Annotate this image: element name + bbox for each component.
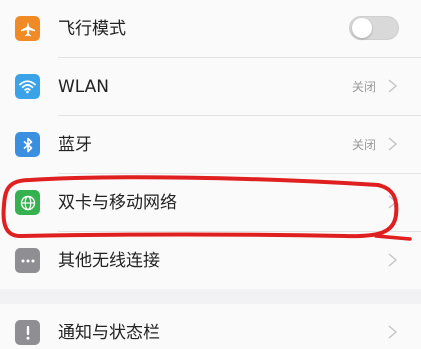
airplane-mode-toggle[interactable] [349, 16, 399, 40]
row-other-wireless[interactable]: 其他无线连接 [0, 232, 421, 289]
row-wlan[interactable]: WLAN 关闭 [0, 58, 421, 115]
chevron-right-icon [388, 195, 398, 209]
wlan-label: WLAN [58, 77, 110, 97]
bluetooth-icon [15, 132, 40, 157]
notification-label: 通知与状态栏 [58, 323, 160, 343]
notifications-group: 通知与状态栏 [0, 304, 421, 349]
more-icon [15, 248, 40, 273]
wlan-status: 关闭 [351, 80, 376, 94]
row-airplane-mode[interactable]: 飞行模式 [0, 0, 421, 57]
other-wireless-label: 其他无线连接 [58, 251, 160, 271]
row-bluetooth[interactable]: 蓝牙 关闭 [0, 116, 421, 173]
chevron-right-icon [388, 79, 398, 93]
connections-group: 飞行模式 WLAN 关闭 蓝牙 关闭 双卡与移动网络 其他无线连接 [0, 0, 421, 289]
toggle-knob [352, 18, 372, 38]
airplane-mode-label: 飞行模式 [58, 19, 126, 39]
row-dual-sim-mobile-network[interactable]: 双卡与移动网络 [0, 174, 421, 231]
chevron-right-icon [388, 253, 398, 267]
row-notification-status-bar[interactable]: 通知与状态栏 [0, 304, 421, 349]
notification-icon [15, 320, 40, 345]
dual-sim-label: 双卡与移动网络 [58, 193, 177, 213]
bluetooth-label: 蓝牙 [58, 135, 92, 155]
wifi-icon [15, 74, 40, 99]
globe-icon [15, 190, 40, 215]
bluetooth-status: 关闭 [351, 138, 376, 152]
airplane-icon [15, 16, 40, 41]
chevron-right-icon [388, 325, 398, 339]
chevron-right-icon [388, 137, 398, 151]
